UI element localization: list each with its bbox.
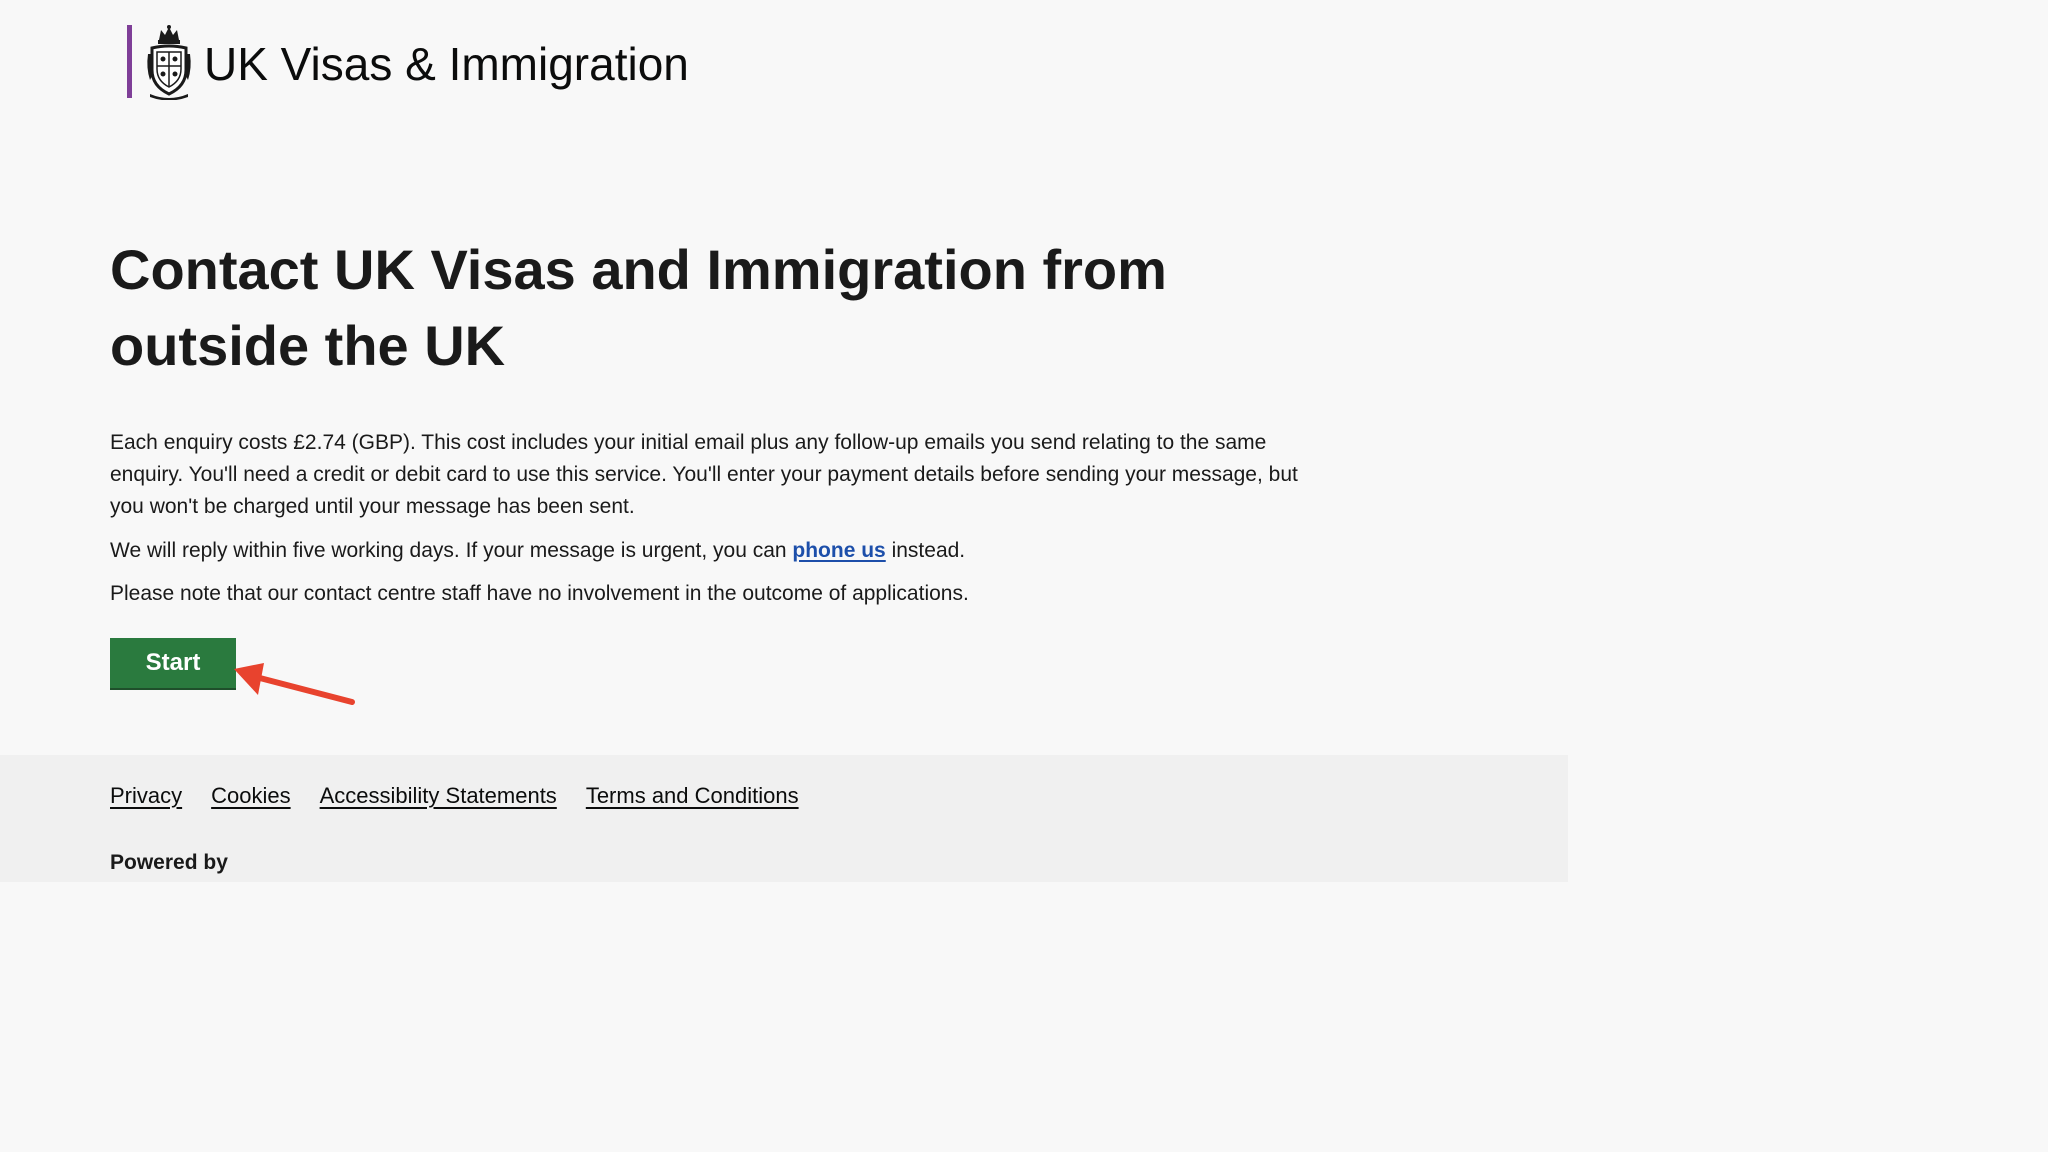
page: UK Visas & Immigration Contact UK Visas … — [0, 0, 1568, 882]
site-footer: Privacy Cookies Accessibility Statements… — [0, 755, 1568, 882]
site-header: UK Visas & Immigration — [0, 0, 1568, 130]
cost-paragraph: Each enquiry costs £2.74 (GBP). This cos… — [110, 431, 1298, 518]
powered-by-label: Powered by — [110, 851, 228, 874]
main-content: Contact UK Visas and Immigration from ou… — [110, 232, 1310, 610]
page-title: Contact UK Visas and Immigration from ou… — [110, 238, 1167, 377]
footer-link-accessibility[interactable]: Accessibility Statements — [320, 781, 557, 811]
footer-link-cookies[interactable]: Cookies — [211, 781, 290, 811]
start-button[interactable]: Start — [110, 638, 236, 688]
staff-note-paragraph: Please note that our contact centre staf… — [110, 582, 969, 605]
annotation-arrow-icon — [234, 663, 355, 705]
footer-link-privacy[interactable]: Privacy — [110, 781, 182, 811]
phone-us-link[interactable]: phone us — [792, 539, 885, 562]
footer-link-terms[interactable]: Terms and Conditions — [586, 781, 799, 811]
reply-time-text: We will reply within five working days. … — [110, 539, 793, 562]
footer-links: Privacy Cookies Accessibility Statements… — [110, 781, 799, 811]
reply-time-paragraph: We will reply within five working days. … — [110, 535, 1300, 567]
brand-accent-bar — [127, 25, 132, 98]
reply-time-text-end: instead. — [885, 539, 966, 562]
royal-coat-of-arms-icon — [147, 25, 191, 100]
brand-name[interactable]: UK Visas & Immigration — [204, 36, 689, 92]
